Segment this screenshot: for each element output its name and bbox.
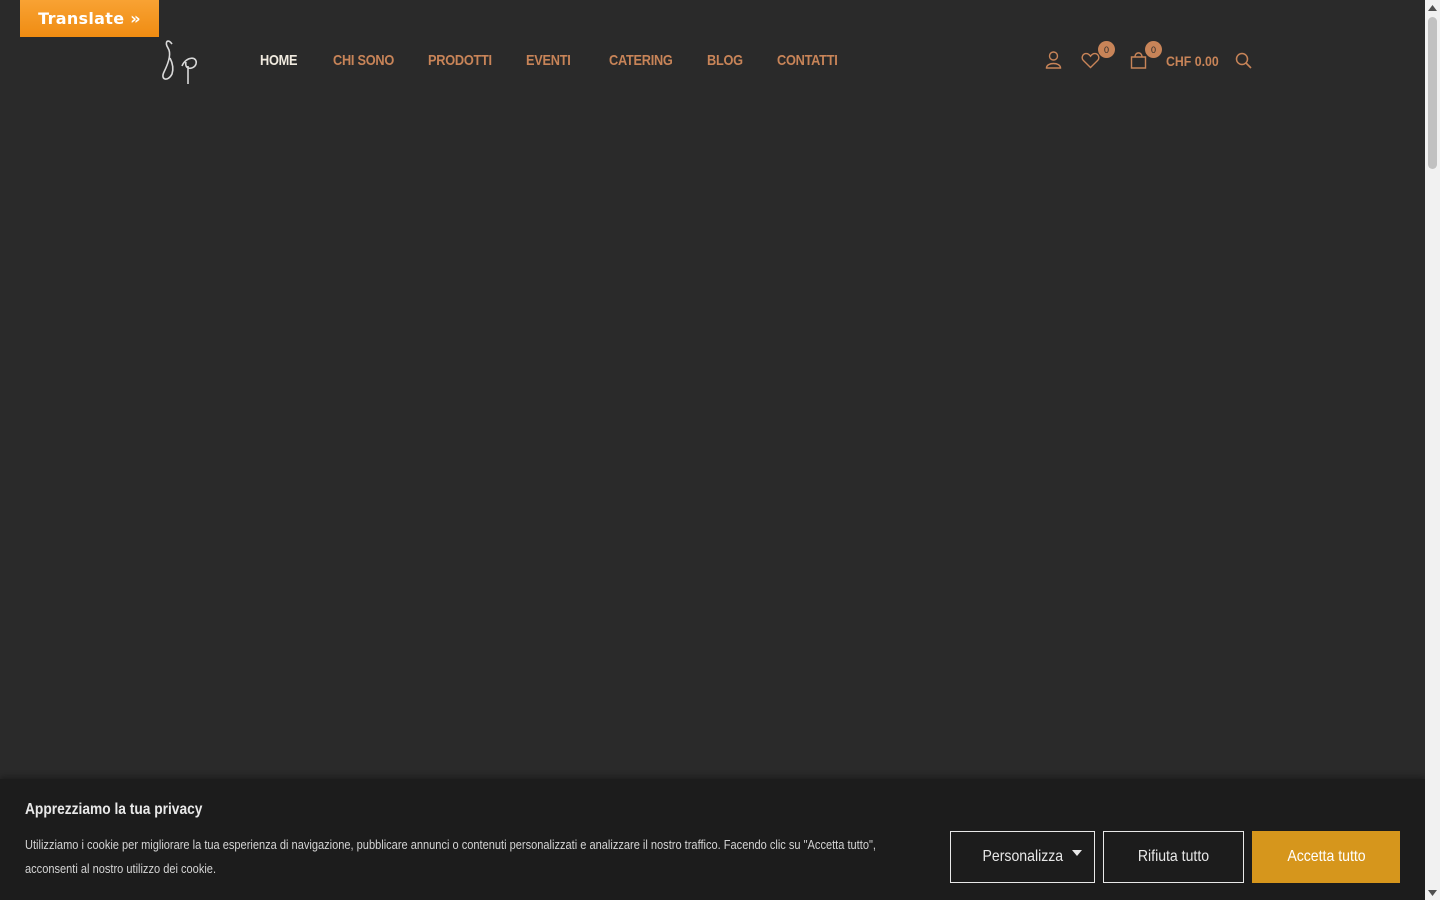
- nav-home[interactable]: HOME: [260, 50, 297, 72]
- search-icon[interactable]: [1235, 52, 1252, 74]
- cookie-consent-banner: Apprezziamo la tua privacy Utilizziamo i…: [0, 779, 1425, 900]
- vertical-scrollbar[interactable]: [1425, 0, 1440, 900]
- caret-down-icon: [1072, 850, 1082, 856]
- nav-catering[interactable]: CATERING: [609, 50, 673, 72]
- accept-all-button[interactable]: Accetta tutto: [1252, 831, 1400, 883]
- accept-all-label: Accetta tutto: [1286, 848, 1366, 865]
- cart-total[interactable]: CHF 0.00: [1166, 51, 1219, 71]
- page: Translate » HOME CHI SONO PRODOTTI EVENT…: [0, 0, 1425, 900]
- translate-button[interactable]: Translate »: [20, 0, 159, 37]
- nav-eventi[interactable]: EVENTI: [526, 50, 571, 72]
- cookie-title: Apprezziamo la tua privacy: [25, 801, 203, 818]
- reject-all-button[interactable]: Rifiuta tutto: [1103, 831, 1244, 883]
- scrollbar-thumb[interactable]: [1428, 17, 1437, 169]
- customize-button[interactable]: Personalizza: [950, 831, 1095, 883]
- site-logo[interactable]: [158, 36, 204, 86]
- nav-chi-sono[interactable]: CHI SONO: [333, 50, 394, 72]
- wishlist-count-badge: 0: [1098, 41, 1115, 58]
- cart-count-badge: 0: [1145, 41, 1162, 58]
- nav-contatti[interactable]: CONTATTI: [777, 50, 838, 72]
- user-icon[interactable]: [1045, 51, 1062, 74]
- scroll-down-arrow-icon[interactable]: [1425, 885, 1440, 900]
- reject-all-label: Rifiuta tutto: [1137, 848, 1210, 865]
- heart-icon[interactable]: [1081, 52, 1100, 74]
- nav-prodotti[interactable]: PRODOTTI: [428, 50, 492, 72]
- nav-blog[interactable]: BLOG: [707, 50, 743, 72]
- customize-label: Personalizza: [982, 848, 1063, 865]
- scroll-up-arrow-icon[interactable]: [1425, 0, 1440, 15]
- cookie-description: Utilizziamo i cookie per migliorare la t…: [25, 837, 876, 876]
- bag-icon[interactable]: [1130, 51, 1147, 74]
